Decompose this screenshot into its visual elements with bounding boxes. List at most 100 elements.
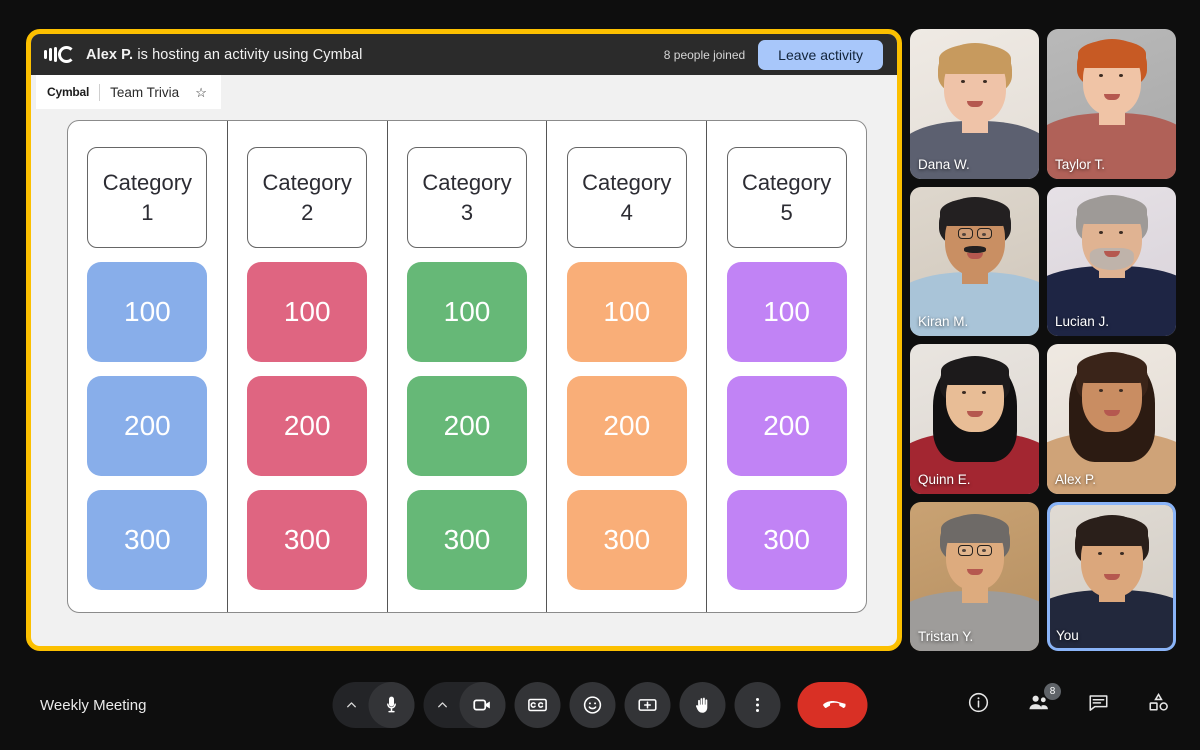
breadcrumb-brand: Cymbal	[47, 85, 90, 99]
more-options-button[interactable]	[734, 682, 781, 728]
reactions-button[interactable]	[569, 682, 616, 728]
question-tile[interactable]: 100	[87, 262, 208, 362]
activity-panel: Alex P. is hosting an activity using Cym…	[26, 29, 902, 651]
captions-button[interactable]	[514, 682, 561, 728]
category-number: 4	[620, 199, 633, 225]
question-tile[interactable]: 200	[406, 376, 527, 476]
leave-activity-button[interactable]: Leave activity	[758, 39, 883, 70]
camera-button-group	[423, 682, 506, 728]
breadcrumb-bar: Cymbal Team Trivia ☆	[31, 75, 897, 109]
chat-bubble-icon	[1087, 691, 1110, 719]
meet-window: Alex P. is hosting an activity using Cym…	[0, 0, 1200, 750]
board-column: Category 5 100 200 300	[707, 121, 866, 612]
meeting-toolbar: Weekly Meeting 8	[0, 660, 1200, 750]
category-number: 1	[141, 199, 154, 225]
participant-count-badge: 8	[1044, 683, 1061, 700]
question-tile[interactable]: 200	[566, 376, 687, 476]
question-tile[interactable]: 100	[566, 262, 687, 362]
phone-hangup-icon	[820, 691, 847, 720]
activity-host-text-rest: is hosting an activity using Cymbal	[137, 46, 363, 63]
activities-shapes-icon	[1147, 691, 1170, 719]
people-panel-button[interactable]: 8	[1018, 683, 1061, 725]
participant-name: Tristan Y.	[918, 629, 974, 644]
question-tile[interactable]: 200	[247, 376, 368, 476]
category-card[interactable]: Category 2	[247, 147, 368, 248]
participant-name: Taylor T.	[1055, 156, 1106, 172]
camera-button[interactable]	[459, 682, 506, 728]
question-tile[interactable]: 100	[726, 262, 847, 362]
question-tile[interactable]: 100	[406, 262, 527, 362]
meeting-details-button[interactable]	[958, 685, 998, 725]
activity-host-text: Alex P. is hosting an activity using Cym…	[86, 47, 362, 63]
chat-panel-button[interactable]	[1078, 685, 1118, 725]
participant-tile[interactable]: Lucian J.	[1047, 186, 1176, 336]
breadcrumb-title: Team Trivia	[110, 84, 180, 100]
category-card[interactable]: Category 4	[566, 147, 687, 248]
category-label: Category	[422, 169, 512, 195]
cymbal-logo-icon	[44, 44, 75, 66]
activity-header: Alex P. is hosting an activity using Cym…	[31, 34, 897, 75]
participant-tile[interactable]: Alex P.	[1047, 344, 1176, 494]
activity-header-right: 8 people joined Leave activity	[663, 39, 883, 70]
participant-name: Quinn E.	[918, 471, 971, 487]
participant-name: You	[1056, 628, 1079, 643]
category-label: Category	[741, 169, 832, 195]
category-number: 2	[301, 199, 314, 225]
chevron-up-icon[interactable]	[335, 682, 369, 728]
category-number: 5	[780, 199, 793, 225]
present-button[interactable]	[624, 682, 671, 728]
participant-tile[interactable]: Tristan Y.	[910, 501, 1039, 651]
participant-grid: Dana W. Taylor T. Kiran M. Lucian J. Quinn E…	[910, 29, 1176, 651]
microphone-button[interactable]	[368, 682, 415, 728]
question-tile[interactable]: 100	[247, 262, 368, 362]
category-number: 3	[460, 199, 474, 225]
participant-name: Lucian J.	[1055, 314, 1110, 329]
emoji-smile-icon	[582, 694, 604, 716]
participant-name: Dana W.	[918, 156, 970, 172]
board-column: Category 3 100 200 300	[388, 121, 548, 612]
meeting-name: Weekly Meeting	[40, 696, 147, 714]
participant-tile-self[interactable]: You	[1047, 501, 1176, 651]
participant-name: Kiran M.	[918, 314, 969, 329]
participant-name: Alex P.	[1055, 471, 1097, 487]
center-controls	[332, 682, 868, 728]
microphone-button-group	[332, 682, 415, 728]
breadcrumb: Cymbal Team Trivia ☆	[36, 75, 221, 109]
activity-host-name: Alex P.	[86, 46, 134, 63]
chevron-up-icon[interactable]	[426, 682, 460, 728]
info-circle-icon	[967, 691, 990, 719]
raised-hand-icon	[692, 695, 713, 716]
board-column: Category 2 100 200 300	[228, 121, 388, 612]
category-label: Category	[102, 169, 193, 195]
question-tile[interactable]: 300	[247, 490, 368, 590]
star-icon[interactable]: ☆	[195, 86, 207, 99]
present-screen-icon	[637, 694, 659, 716]
category-card[interactable]: Category 3	[406, 147, 527, 248]
question-tile[interactable]: 300	[87, 490, 208, 590]
activities-panel-button[interactable]	[1138, 685, 1178, 725]
joined-count-label: 8 people joined	[663, 47, 746, 62]
category-card[interactable]: Category 1	[87, 147, 208, 248]
board-column: Category 1 100 200 300	[68, 121, 228, 612]
question-tile[interactable]: 200	[726, 376, 847, 476]
trivia-board: Category 1 100 200 300 Category 2 100 200 300 Cate…	[67, 120, 867, 613]
three-dots-vertical-icon	[748, 695, 768, 715]
category-card[interactable]: Category 5	[726, 147, 847, 248]
raise-hand-button[interactable]	[679, 682, 726, 728]
closed-captions-icon	[527, 694, 549, 716]
category-label: Category	[262, 169, 352, 195]
category-label: Category	[582, 169, 672, 195]
question-tile[interactable]: 300	[406, 490, 527, 590]
mic-icon	[382, 695, 402, 715]
question-tile[interactable]: 200	[87, 376, 208, 476]
end-call-button[interactable]	[797, 682, 868, 728]
participant-tile[interactable]: Kiran M.	[910, 186, 1039, 336]
board-column: Category 4 100 200 300	[547, 121, 708, 612]
right-controls: 8	[958, 683, 1178, 725]
participant-tile[interactable]: Quinn E.	[910, 344, 1039, 494]
participant-tile[interactable]: Dana W.	[910, 29, 1039, 179]
video-camera-icon	[472, 694, 494, 716]
question-tile[interactable]: 300	[726, 490, 847, 590]
question-tile[interactable]: 300	[566, 490, 687, 590]
participant-tile[interactable]: Taylor T.	[1047, 29, 1176, 179]
